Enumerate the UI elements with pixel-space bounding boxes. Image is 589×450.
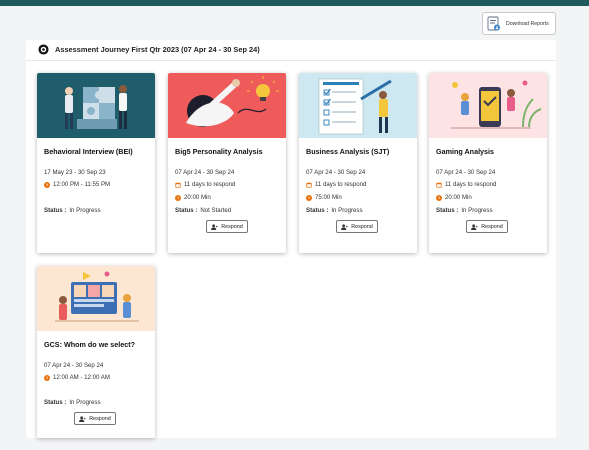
- status-label: Status :: [44, 399, 67, 406]
- status-value: Not Started: [200, 207, 232, 214]
- card-status: Status : In Progress: [44, 399, 101, 406]
- date-range-text: 07 Apr 24 - 30 Sep 24: [306, 169, 366, 176]
- status-value: In Progress: [331, 207, 363, 214]
- respond-label: Respond: [221, 223, 243, 230]
- card-date-range: 17 May 23 - 30 Sep 23: [44, 169, 106, 176]
- download-reports-button[interactable]: Download Reports: [482, 12, 556, 35]
- top-bar: [0, 0, 589, 6]
- checklist-illustration: [299, 73, 417, 138]
- status-value: In Progress: [69, 399, 101, 406]
- card-respond-days: 11 days to respond: [175, 181, 235, 188]
- respond-button[interactable]: Respond: [74, 412, 116, 425]
- respond-button[interactable]: Respond: [206, 220, 248, 233]
- status-label: Status :: [306, 207, 329, 214]
- user-add-icon: [79, 415, 86, 422]
- card-status: Status : In Progress: [436, 207, 493, 214]
- card-date-range: 07 Apr 24 - 30 Sep 24: [44, 362, 103, 369]
- time-text: 12:00 PM - 11:55 PM: [53, 181, 111, 188]
- card-status: Status : In Progress: [306, 207, 363, 214]
- section-divider: [26, 60, 556, 61]
- card-time-row: 12:00 AM - 12:00 AM: [44, 374, 110, 381]
- assessment-card-big5[interactable]: Big5 Personality Analysis 07 Apr 24 - 30…: [168, 73, 286, 253]
- respond-label: Respond: [351, 223, 373, 230]
- assessment-card-gaming[interactable]: Gaming Analysis 07 Apr 24 - 30 Sep 24 11…: [429, 73, 547, 253]
- date-range-text: 07 Apr 24 - 30 Sep 24: [44, 362, 104, 369]
- date-range-text: 07 Apr 24 - 30 Sep 24: [436, 169, 496, 176]
- card-illustration-gcs: [37, 266, 155, 331]
- phone-checklist-illustration: [429, 73, 547, 138]
- card-status: Status : In Progress: [44, 207, 101, 214]
- date-range-text: 17 May 23 - 30 Sep 23: [44, 169, 106, 176]
- respond-button[interactable]: Respond: [336, 220, 378, 233]
- duration-text: 20:00 Min: [445, 194, 472, 201]
- candidate-selection-illustration: [37, 266, 155, 331]
- status-label: Status :: [175, 207, 198, 214]
- status-label: Status :: [436, 207, 459, 214]
- puzzle-illustration: [37, 73, 155, 138]
- respond-label: Respond: [481, 223, 503, 230]
- card-respond-days: 11 days to respond: [436, 181, 496, 188]
- card-illustration-big5: [168, 73, 286, 138]
- card-duration: 20:00 Min: [436, 194, 472, 201]
- clock-icon: [436, 194, 442, 201]
- respond-label: Respond: [89, 415, 111, 422]
- date-range-text: 07 Apr 24 - 30 Sep 24: [175, 169, 235, 176]
- card-illustration-puzzle: [37, 73, 155, 138]
- assessment-card-gcs[interactable]: GCS: Whom do we select? 07 Apr 24 - 30 S…: [37, 266, 155, 438]
- card-date-range: 07 Apr 24 - 30 Sep 24: [175, 169, 234, 176]
- user-add-icon: [471, 223, 478, 230]
- section-title: Assessment Journey First Qtr 2023 (07 Ap…: [55, 45, 260, 54]
- card-status: Status : Not Started: [175, 207, 231, 214]
- card-title: Big5 Personality Analysis: [175, 147, 263, 156]
- section-header: Assessment Journey First Qtr 2023 (07 Ap…: [38, 44, 260, 55]
- clock-icon: [44, 374, 50, 381]
- card-time-row: 12:00 PM - 11:55 PM: [44, 181, 110, 188]
- calendar-icon: [436, 182, 442, 188]
- card-title: Business Analysis (SJT): [306, 147, 390, 156]
- user-add-icon: [341, 223, 348, 230]
- status-value: In Progress: [69, 207, 101, 214]
- card-title: Gaming Analysis: [436, 147, 495, 156]
- time-text: 12:00 AM - 12:00 AM: [53, 374, 110, 381]
- user-add-icon: [211, 223, 218, 230]
- assessment-card-sjt[interactable]: Business Analysis (SJT) 07 Apr 24 - 30 S…: [299, 73, 417, 253]
- report-download-icon: [487, 16, 500, 30]
- respond-button[interactable]: Respond: [466, 220, 508, 233]
- status-value: In Progress: [461, 207, 493, 214]
- assessment-card-bei[interactable]: Behavioral Interview (BEI) 17 May 23 - 3…: [37, 73, 155, 253]
- card-duration: 20:00 Min: [175, 194, 211, 201]
- card-duration: 75:00 Min: [306, 194, 342, 201]
- respond-days-text: 11 days to respond: [445, 181, 497, 188]
- card-date-range: 07 Apr 24 - 30 Sep 24: [306, 169, 365, 176]
- card-illustration-sjt: [299, 73, 417, 138]
- card-date-range: 07 Apr 24 - 30 Sep 24: [436, 169, 495, 176]
- status-label: Status :: [44, 207, 67, 214]
- card-respond-days: 11 days to respond: [306, 181, 366, 188]
- duration-text: 20:00 Min: [184, 194, 211, 201]
- clock-icon: [306, 194, 312, 201]
- respond-days-text: 11 days to respond: [315, 181, 367, 188]
- thinking-person-illustration: [168, 73, 286, 138]
- clock-icon: [175, 194, 181, 201]
- card-illustration-gaming: [429, 73, 547, 138]
- download-reports-label: Download Reports: [506, 20, 549, 27]
- clock-icon: [44, 181, 50, 188]
- duration-text: 75:00 Min: [315, 194, 342, 201]
- card-title: Behavioral Interview (BEI): [44, 147, 133, 156]
- calendar-icon: [306, 182, 312, 188]
- journey-icon: [38, 44, 49, 55]
- card-title: GCS: Whom do we select?: [44, 340, 136, 349]
- calendar-icon: [175, 182, 181, 188]
- respond-days-text: 11 days to respond: [184, 181, 236, 188]
